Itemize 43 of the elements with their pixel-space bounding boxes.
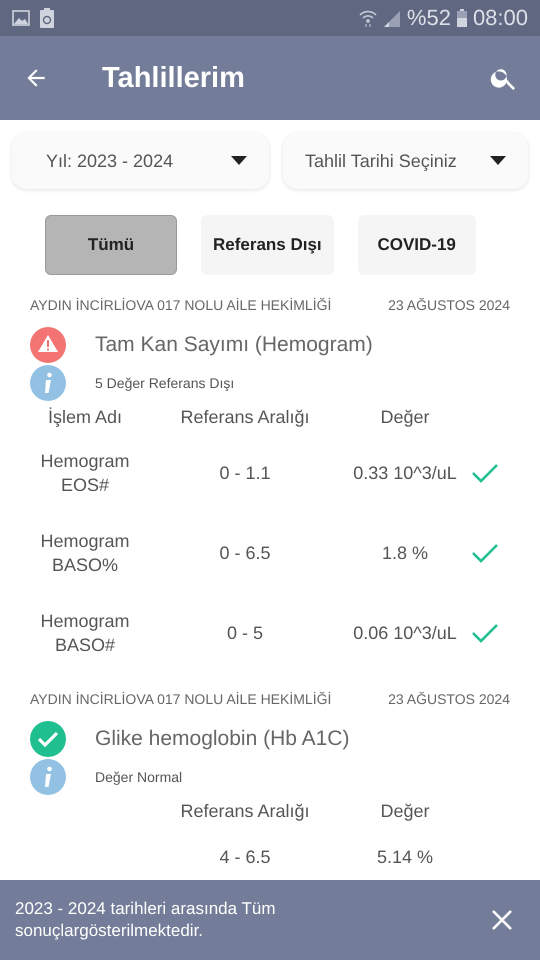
column-header: Referans Aralığı — [179, 800, 311, 822]
table-cell-text: Hemogram BASO# — [39, 610, 131, 657]
info-icon — [30, 759, 66, 795]
dropdown[interactable]: Tahlil Tarihi Seçiniz — [283, 133, 528, 189]
result-date: 23 AĞUSTOS 2024 — [388, 691, 510, 707]
column-header: Değer — [379, 406, 431, 428]
table-cell-text: 0 - 6.5 — [218, 542, 272, 565]
table-cell-text: 4 - 6.5 — [218, 846, 272, 869]
table-cell-text: 0.33 10^3/uL — [352, 462, 458, 485]
dropdown[interactable]: Yıl: 2023 - 2024 — [12, 133, 269, 189]
test-title: Glike hemoglobin (Hb A1C) — [95, 727, 350, 751]
wifi-icon — [358, 9, 377, 27]
result-summary: Değer Normal — [95, 769, 182, 785]
table-cell-text: 5.14 % — [376, 846, 434, 869]
facility-name: AYDIN İNCİRLİOVA 017 NOLU AİLE HEKİMLİĞİ — [30, 691, 332, 707]
clock: 08:00 — [472, 5, 528, 31]
filter-button[interactable]: Referans Dışı — [201, 215, 334, 275]
close-icon[interactable] — [491, 909, 513, 931]
column-header: Değer — [379, 800, 431, 822]
result-summary: 5 Değer Referans Dışı — [95, 375, 234, 391]
table-cell-text: Hemogram EOS# — [39, 450, 131, 497]
dropdown-caret-icon[interactable] — [490, 156, 506, 166]
filter-button[interactable]: Tümü — [45, 215, 177, 275]
table-cell-text: 0 - 5 — [226, 622, 264, 645]
screen-title: Tahlillerim — [101, 62, 246, 94]
battery-recycle-icon — [40, 8, 54, 28]
column-header: İşlem Adı — [46, 406, 124, 428]
column-header: Referans Aralığı — [179, 406, 311, 428]
signal-icon — [382, 9, 401, 27]
battery-icon — [456, 9, 467, 27]
battery-percent: %52 — [406, 5, 451, 31]
info-icon — [30, 365, 66, 401]
result-date: 23 AĞUSTOS 2024 — [388, 297, 510, 313]
image-icon — [12, 10, 30, 26]
dropdown-caret-icon[interactable] — [231, 156, 247, 166]
filter-button[interactable]: COVID-19 — [358, 215, 476, 275]
facility-name: AYDIN İNCİRLİOVA 017 NOLU AİLE HEKİMLİĞİ — [30, 297, 332, 313]
table-cell-text: 0.06 10^3/uL — [352, 622, 458, 645]
table-cell-text: Hemogram BASO% — [39, 530, 131, 577]
test-title: Tam Kan Sayımı (Hemogram) — [95, 333, 373, 357]
table-cell-text: 0 - 1.1 — [218, 462, 272, 485]
table-cell-text: 1.8 % — [380, 542, 430, 565]
snackbar-message: 2023 - 2024 tarihleri arasında Tüm sonuçlargösterilmektedir. — [15, 898, 277, 942]
